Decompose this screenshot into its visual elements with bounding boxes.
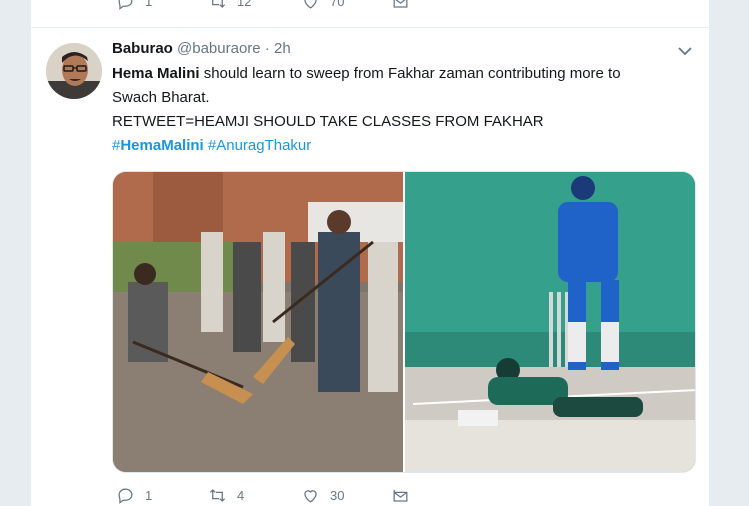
reply-count: 1: [145, 488, 153, 503]
like-button[interactable]: 70: [301, 0, 344, 11]
reply-button[interactable]: 1: [116, 0, 152, 11]
tweet-text-line-3: RETWEET=HEAMJI SHOULD TAKE CLASSES FROM …: [112, 113, 544, 130]
hashtag-hemamalini[interactable]: #HemaMalini: [112, 137, 204, 154]
cricket-dive-photo: [405, 172, 695, 472]
retweet-count: 4: [237, 488, 245, 503]
avatar[interactable]: [46, 43, 102, 99]
reply-icon: [118, 0, 133, 10]
mention-link[interactable]: Hema Malini: [112, 65, 200, 82]
retweet-button[interactable]: 4: [208, 486, 244, 505]
tweet-actions: 1 4 30: [116, 486, 516, 506]
chevron-down-icon[interactable]: [677, 44, 693, 58]
previous-tweet-actions: 1 12 70: [116, 0, 516, 16]
message-button[interactable]: [391, 0, 410, 11]
like-button[interactable]: 30: [301, 486, 344, 505]
tweet-divider: [31, 27, 711, 28]
retweet-count: 12: [237, 0, 252, 9]
author-name[interactable]: Baburao: [112, 40, 173, 57]
avatar-image: [46, 43, 102, 99]
timeline-column: 1 12 70 Baburao @baburaore · 2h Hema Mal…: [30, 0, 711, 506]
hashtag-anuragthakur[interactable]: #AnuragThakur: [208, 137, 311, 154]
author-handle[interactable]: @baburaore: [177, 40, 261, 57]
reply-button[interactable]: 1: [116, 486, 152, 505]
tweet-text-line-2: Swach Bharat.: [112, 89, 210, 106]
header-separator: ·: [264, 40, 270, 57]
retweet-button[interactable]: 12: [208, 0, 251, 11]
like-icon: [304, 0, 317, 9]
reply-count: 1: [145, 0, 153, 9]
tweet-media[interactable]: [112, 171, 696, 473]
retweet-icon: [209, 489, 226, 502]
message-icon: [393, 489, 408, 502]
media-photos: [113, 172, 695, 472]
hashtag-word: HemaMalini: [120, 137, 204, 154]
tweet-text: Hema Malini should learn to sweep from F…: [112, 62, 682, 158]
tweet-text-line-4: #HemaMalini #AnuragThakur: [112, 134, 682, 158]
tweet-header: Baburao @baburaore · 2h: [112, 40, 291, 58]
retweet-icon: [212, 0, 226, 8]
reply-icon: [118, 488, 133, 504]
like-icon: [304, 490, 317, 503]
message-icon: [393, 0, 408, 8]
tweet-text-line-1-rest: should learn to sweep from Fakhar zaman …: [199, 65, 621, 82]
message-button[interactable]: [391, 486, 410, 505]
person-sweeping-photo: [113, 172, 404, 472]
like-count: 70: [330, 0, 345, 9]
like-count: 30: [330, 488, 345, 503]
tweet-timestamp[interactable]: 2h: [274, 40, 291, 57]
tweet-text-line-1: Hema Malini should learn to sweep from F…: [112, 62, 682, 86]
